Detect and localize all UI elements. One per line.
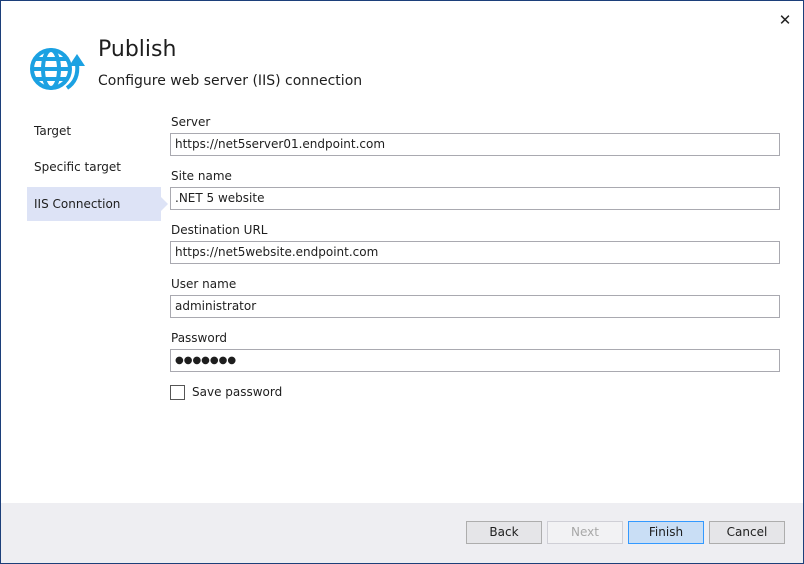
back-button[interactable]: Back xyxy=(466,521,542,544)
close-icon[interactable]: ✕ xyxy=(777,12,793,28)
sidebar-item-target[interactable]: Target xyxy=(27,114,161,148)
password-input[interactable]: ●●●●●●● xyxy=(170,349,780,372)
next-button[interactable]: Next xyxy=(547,521,623,544)
publish-dialog: ✕ Publish Configure web server (IIS) con… xyxy=(0,0,804,564)
cancel-button[interactable]: Cancel xyxy=(709,521,785,544)
site-name-label: Site name xyxy=(171,169,232,183)
server-input[interactable]: https://net5server01.endpoint.com xyxy=(170,133,780,156)
save-password-label[interactable]: Save password xyxy=(192,385,282,399)
user-name-input[interactable]: administrator xyxy=(170,295,780,318)
save-password-checkbox[interactable] xyxy=(170,385,185,400)
page-subtitle: Configure web server (IIS) connection xyxy=(98,73,363,89)
sidebar-item-specific-target[interactable]: Specific target xyxy=(27,150,161,184)
password-label: Password xyxy=(171,331,228,345)
finish-button[interactable]: Finish xyxy=(628,521,704,544)
server-label: Server xyxy=(171,115,211,129)
user-name-label: User name xyxy=(171,277,237,291)
destination-url-input[interactable]: https://net5website.endpoint.com xyxy=(170,241,780,264)
page-title: Publish xyxy=(98,37,177,62)
sidebar-item-iis-connection[interactable]: IIS Connection xyxy=(27,187,168,221)
globe-upload-icon xyxy=(30,48,85,90)
site-name-input[interactable]: .NET 5 website xyxy=(170,187,780,210)
destination-url-label: Destination URL xyxy=(171,223,268,237)
